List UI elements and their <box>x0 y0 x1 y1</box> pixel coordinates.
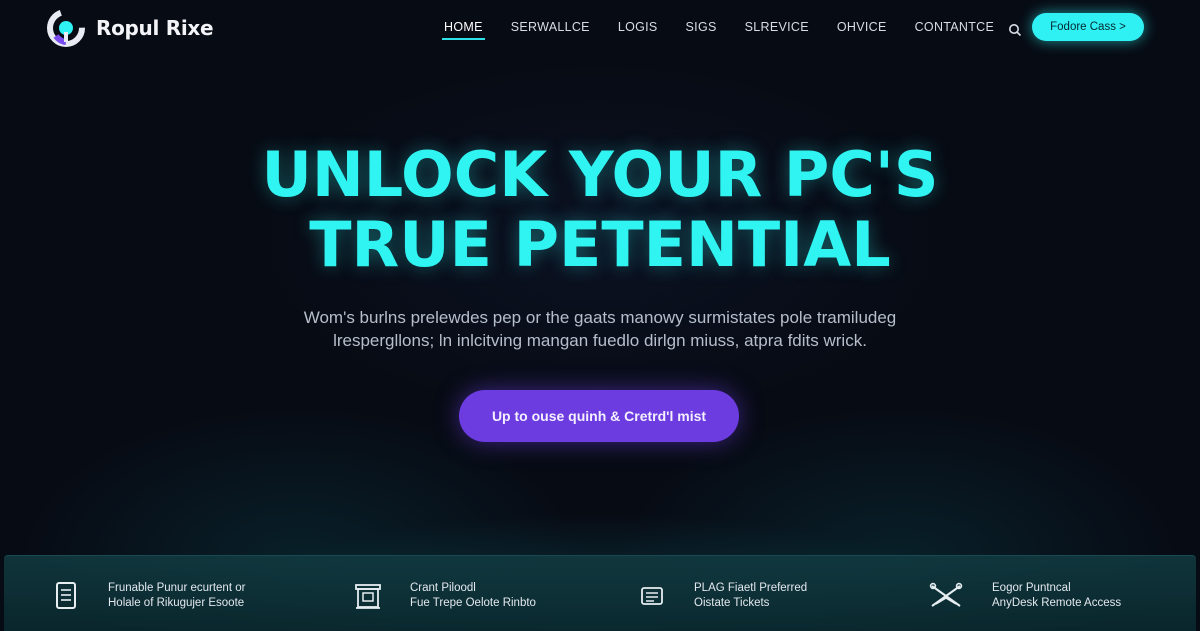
feature-3-line-1: PLAG Fiaetl Preferred <box>694 582 808 594</box>
search-icon[interactable] <box>1008 23 1022 37</box>
feature-item-3[interactable]: PLAG Fiaetl Preferred Oistate Tickets <box>638 578 807 614</box>
nav-item-sigs[interactable]: SIGS <box>684 20 719 40</box>
feature-1-line-1: Frunable Punur ecurtent or <box>108 582 246 594</box>
brand-name: Ropul Rixe <box>96 16 214 40</box>
feature-2-line-2: Fue Trepe Oelote Rinbto <box>410 597 536 609</box>
hero-subtitle-line-2: lrespergllons; ln inlcitving mangan fued… <box>333 331 867 350</box>
main-nav: HOME SERWALLCE LOGIS SIGS SLREVICE OHVIC… <box>430 20 1022 40</box>
nav-item-slrevice[interactable]: SLREVICE <box>743 20 811 40</box>
ticket-icon <box>641 587 663 605</box>
monitor-icon <box>355 584 381 609</box>
feature-item-4[interactable]: Eogor Puntncal AnyDesk Remote Access <box>928 578 1121 614</box>
feature-4-line-2: AnyDesk Remote Access <box>992 597 1122 609</box>
nav-item-logis[interactable]: LOGIS <box>616 20 660 40</box>
logo-mark-icon <box>47 9 85 47</box>
nav-item-serwallce[interactable]: SERWALLCE <box>509 20 592 40</box>
remote-tools-icon <box>929 582 963 607</box>
feature-item-2[interactable]: Crant Piloodl Fue Trepe Oelote Rinbto <box>354 578 536 614</box>
feature-1-line-2: Holale of Rikugujer Esoote <box>108 597 245 609</box>
document-icon <box>56 582 76 609</box>
site-header: Ropul Rixe HOME SERWALLCE LOGIS SIGS SLR… <box>0 0 1200 56</box>
hero-title: UNLOCK YOUR PC'S TRUE PETENTIAL <box>0 140 1200 280</box>
feature-text-4: Eogor Puntncal AnyDesk Remote Access <box>992 581 1121 611</box>
feature-text-2: Crant Piloodl Fue Trepe Oelote Rinbto <box>410 581 536 611</box>
brand-logo[interactable]: Ropul Rixe <box>44 8 214 48</box>
header-cta-button[interactable]: Fodore Cass > <box>1032 13 1144 41</box>
feature-strip: Frunable Punur ecurtent or Holale of Rik… <box>4 555 1196 631</box>
feature-2-line-1: Crant Piloodl <box>410 582 476 594</box>
feature-item-1[interactable]: Frunable Punur ecurtent or Holale of Rik… <box>52 578 245 614</box>
nav-item-home[interactable]: HOME <box>442 20 485 40</box>
nav-item-ohvice[interactable]: OHVICE <box>835 20 889 40</box>
hero-title-line-2: TRUE PETENTIAL <box>309 208 891 281</box>
feature-4-line-1: Eogor Puntncal <box>992 582 1071 594</box>
hero-subtitle: Wom's burlns prelewdes pep or the gaats … <box>290 306 910 352</box>
nav-item-contantce[interactable]: CONTANTCE <box>913 20 997 40</box>
hero-subtitle-line-1: Wom's burlns prelewdes pep or the gaats … <box>303 308 897 327</box>
feature-3-line-2: Oistate Tickets <box>694 597 770 609</box>
feature-text-1: Frunable Punur ecurtent or Holale of Rik… <box>108 581 245 611</box>
hero-cta-button[interactable]: Up to ouse quinh & Cretrd'l mist <box>459 390 739 442</box>
feature-text-3: PLAG Fiaetl Preferred Oistate Tickets <box>694 581 807 611</box>
hero-title-line-1: UNLOCK YOUR PC'S <box>261 138 939 211</box>
